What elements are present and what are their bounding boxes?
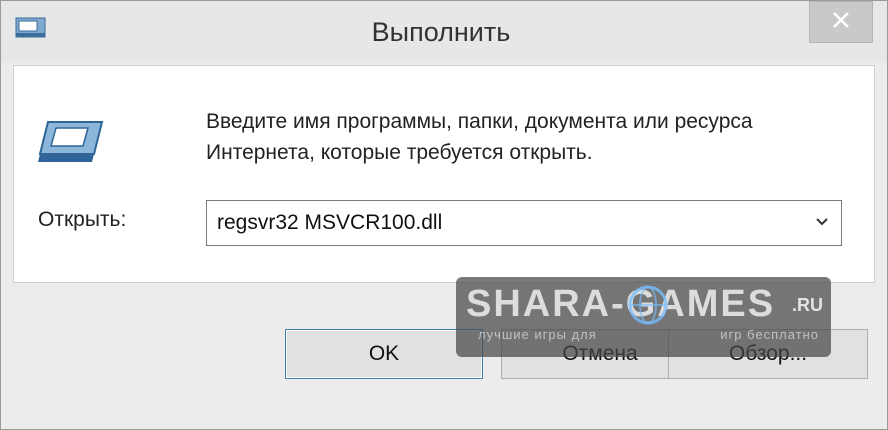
watermark-suffix: .RU: [792, 295, 823, 315]
ok-button[interactable]: OK: [285, 329, 483, 379]
watermark-text: SHARA-GAMES: [466, 283, 776, 325]
close-button[interactable]: [809, 1, 873, 43]
window-title: Выполнить: [371, 17, 511, 47]
description-text: Введите имя программы, папки, документа …: [206, 110, 753, 164]
dialog-content: Введите имя программы, папки, документа …: [13, 65, 875, 283]
title-bar[interactable]: Выполнить: [1, 1, 887, 63]
run-app-icon: [36, 116, 106, 168]
globe-icon: [626, 283, 670, 327]
run-dialog: Выполнить Введите имя программы, папки, …: [0, 0, 888, 430]
browse-button[interactable]: Обзор...: [668, 329, 868, 379]
open-combobox[interactable]: [206, 200, 842, 246]
chevron-down-icon: [815, 214, 829, 232]
dropdown-button[interactable]: [803, 201, 841, 245]
open-input[interactable]: [207, 201, 803, 245]
close-icon: [832, 11, 850, 34]
open-label: Открыть:: [38, 208, 127, 231]
